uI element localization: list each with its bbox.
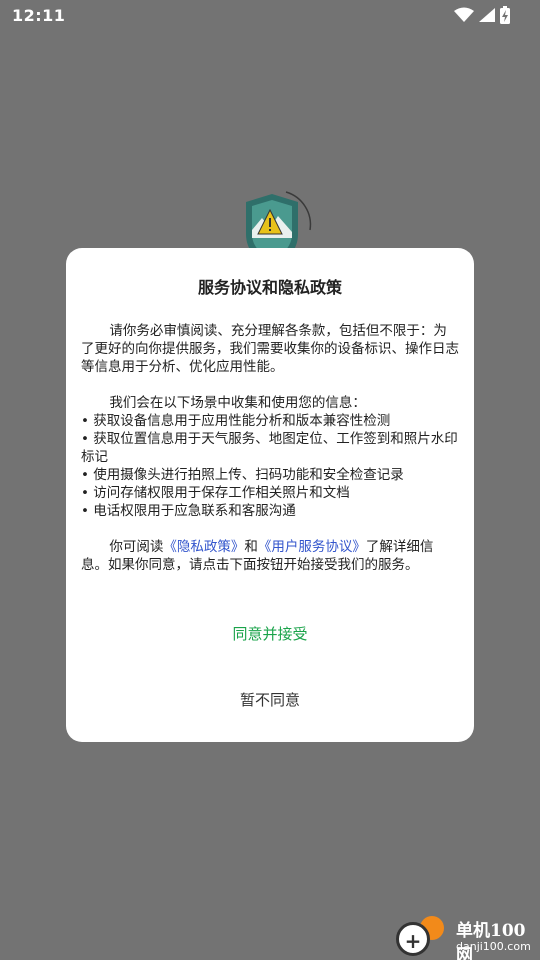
watermark-domain: danji100.com [456, 940, 531, 953]
status-bar: 12:11 [0, 0, 540, 30]
dialog-title: 服务协议和隐私政策 [197, 278, 342, 297]
scenario-heading: 我们会在以下场景中收集和使用您的信息： [109, 395, 366, 411]
outro-prefix: 你可阅读 [109, 539, 164, 555]
dialog-body: 请你务必审慎阅读、充分理解各条款，包括但不限于：为了更好的向你提供服务，我们需要… [81, 322, 459, 574]
accept-button[interactable]: 同意并接受 [66, 620, 474, 648]
privacy-policy-link[interactable]: 《隐私政策》 [163, 539, 244, 555]
decline-button[interactable]: 暂不同意 [66, 686, 474, 714]
list-item: • 电话权限用于应急联系和客服沟通 [81, 503, 296, 519]
list-item: • 获取位置信息用于天气服务、地图定位、工作签到和照片水印标记 [81, 431, 458, 465]
intro-text: 请你务必审慎阅读、充分理解各条款，包括但不限于：为了更好的向你提供服务，我们需要… [81, 323, 459, 375]
signal-icon [479, 8, 495, 22]
status-time: 12:11 [12, 6, 66, 25]
privacy-dialog: 服务协议和隐私政策 请你务必审慎阅读、充分理解各条款，包括但不限于：为了更好的向… [66, 248, 474, 742]
list-item: • 使用摄像头进行拍照上传、扫码功能和安全检查记录 [81, 467, 404, 483]
wifi-icon [454, 7, 474, 22]
site-watermark: + 单机100网 danji100.com [392, 914, 540, 960]
plus-icon: + [396, 922, 430, 956]
status-icons [454, 6, 510, 24]
outro-text: 你可阅读《隐私政策》和《用户服务协议》了解详细信息。如果你同意，请点击下面按钮开… [81, 538, 459, 574]
outro-and: 和 [244, 539, 258, 555]
watermark-name: 单机100网 [456, 921, 526, 960]
list-item: • 访问存储权限用于保存工作相关照片和文档 [81, 485, 350, 501]
list-item: • 获取设备信息用于应用性能分析和版本兼容性检测 [81, 413, 391, 429]
battery-charging-icon [500, 6, 510, 24]
service-agreement-link[interactable]: 《用户服务协议》 [258, 539, 366, 555]
